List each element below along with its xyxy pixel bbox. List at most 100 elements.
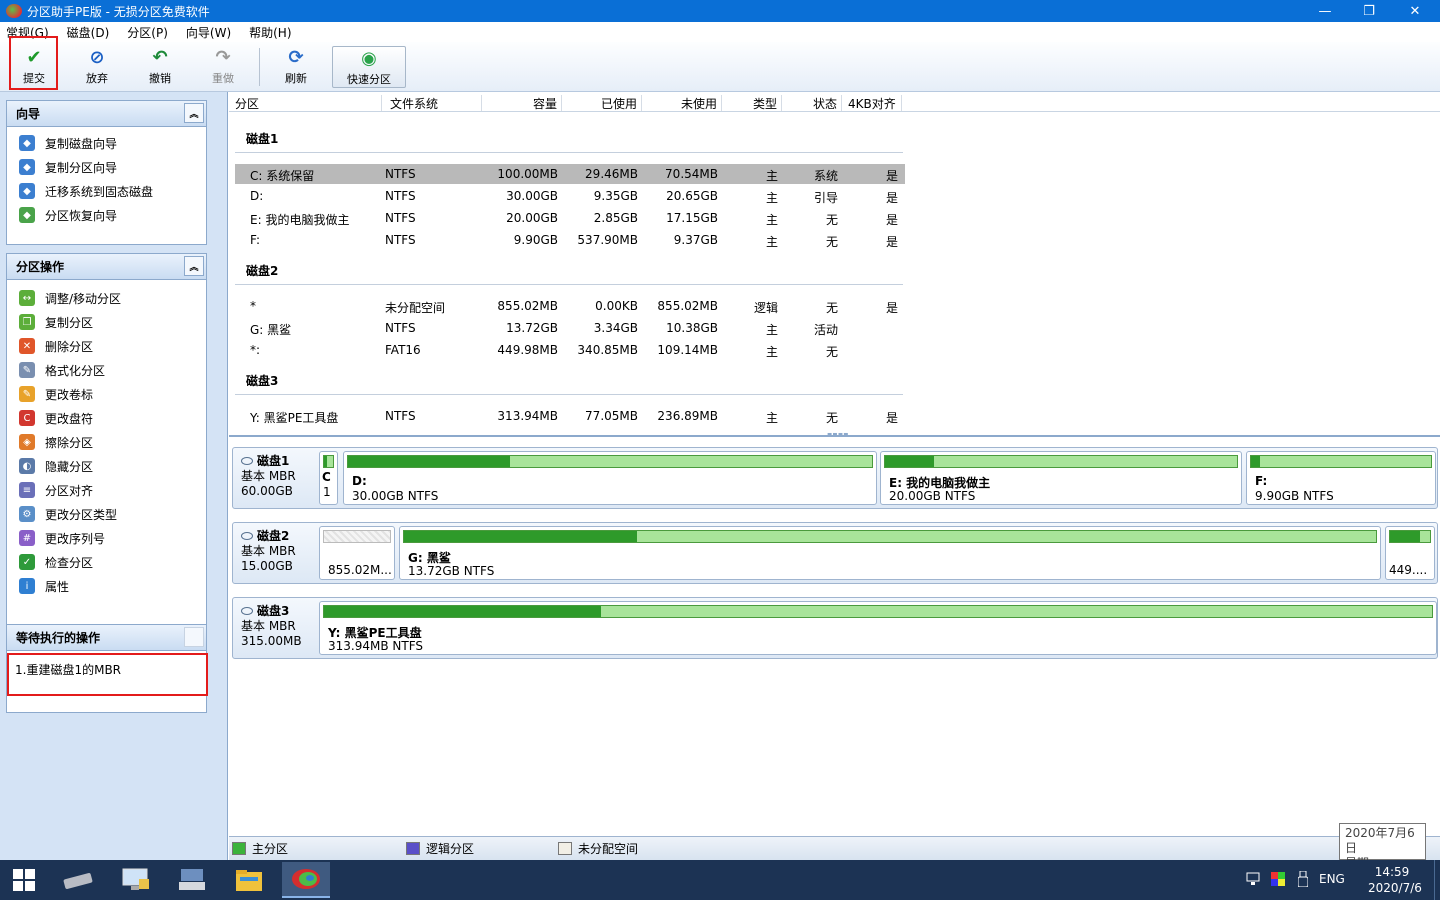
- menu-wizard[interactable]: 向导(W): [186, 24, 231, 41]
- col-used[interactable]: 已使用: [562, 95, 642, 111]
- show-desktop-button[interactable]: [1434, 860, 1440, 900]
- op-align-partition[interactable]: ≡ 分区对齐: [7, 478, 206, 502]
- splitter-grip[interactable]: ▪▪▪▪: [827, 430, 849, 439]
- col-unused[interactable]: 未使用: [642, 95, 722, 111]
- pending-group-header: 等待执行的操作: [7, 625, 206, 651]
- op-hide-partition[interactable]: ◐ 隐藏分区: [7, 454, 206, 478]
- collapse-icon[interactable]: ︽: [184, 256, 204, 276]
- op-copy-partition[interactable]: ❐ 复制分区: [7, 310, 206, 334]
- partition-block[interactable]: D: 30.00GB NTFS: [343, 451, 877, 505]
- op-properties[interactable]: i 属性: [7, 574, 206, 598]
- op-format-partition[interactable]: ✎ 格式化分区: [7, 358, 206, 382]
- usage-fill: [1390, 531, 1421, 542]
- taskbar-drive-tool[interactable]: [54, 862, 102, 898]
- clock[interactable]: 14:59 2020/7/6: [1368, 864, 1422, 896]
- disk-group-divider: [235, 284, 903, 285]
- partition-block[interactable]: C1: [319, 451, 338, 505]
- network-icon[interactable]: [1246, 872, 1262, 889]
- menu-partition[interactable]: 分区(P): [127, 24, 168, 41]
- close-button[interactable]: ✕: [1392, 0, 1438, 22]
- refresh-label: 刷新: [285, 72, 307, 85]
- col-filesystem[interactable]: 文件系统: [390, 95, 482, 111]
- wizard-copy-partition[interactable]: ◆ 复制分区向导: [7, 155, 206, 179]
- collapse-icon[interactable]: ︽: [184, 103, 204, 123]
- partition-label: F:: [1255, 474, 1268, 488]
- table-row[interactable]: Y: 黑鲨PE工具盘 NTFS 313.94MB 77.05MB 236.89MB 主 无 是: [235, 406, 905, 426]
- disk-group-title: 磁盘1: [246, 132, 279, 146]
- taskbar-partition-assistant[interactable]: [282, 862, 330, 898]
- keyboard-icon: [179, 869, 205, 890]
- col-4k-align[interactable]: 4KB对齐: [848, 95, 902, 111]
- menu-disk[interactable]: 磁盘(D): [67, 24, 110, 41]
- cell-type: 主: [765, 345, 778, 359]
- table-row[interactable]: * 未分配空间 855.02MB 0.00KB 855.02MB 逻辑 无 是: [235, 296, 905, 316]
- op-delete-partition[interactable]: ✕ 删除分区: [7, 334, 206, 358]
- disk-icon: [241, 532, 253, 540]
- wizard-group-header: 向导 ︽: [7, 101, 206, 127]
- cell-type: 逻辑: [753, 301, 778, 315]
- op-wipe-partition[interactable]: ◈ 擦除分区: [7, 430, 206, 454]
- taskbar-file-explorer[interactable]: [225, 862, 273, 898]
- cell-type: 主: [765, 169, 778, 183]
- col-capacity[interactable]: 容量: [482, 95, 562, 111]
- quick-partition-button[interactable]: ◉ 快速分区: [332, 46, 406, 88]
- partition-block[interactable]: F: 9.90GB NTFS: [1246, 451, 1436, 505]
- refresh-button[interactable]: ⟳ 刷新: [268, 46, 324, 88]
- cell-unused: 20.65GB: [666, 189, 718, 203]
- op-check-partition[interactable]: ✓ 检查分区: [7, 550, 206, 574]
- redo-button[interactable]: ↷ 重做: [195, 46, 251, 88]
- partition-block[interactable]: 449....: [1385, 526, 1435, 580]
- maximize-button[interactable]: ❐: [1346, 0, 1392, 22]
- cell-status: 无: [825, 301, 838, 315]
- harddisk-icon: [63, 872, 93, 890]
- cell-status: 无: [825, 411, 838, 425]
- cell-filesystem: NTFS: [385, 167, 416, 181]
- discard-label: 放弃: [86, 72, 108, 85]
- op-resize-move[interactable]: ↔ 调整/移动分区: [7, 286, 206, 310]
- op-change-type[interactable]: ⚙ 更改分区类型: [7, 502, 206, 526]
- taskbar-keyboard[interactable]: [168, 862, 216, 898]
- partition-block[interactable]: E: 我的电脑我做主 20.00GB NTFS: [880, 451, 1242, 505]
- partition-block[interactable]: G: 黑鲨 13.72GB NTFS: [399, 526, 1381, 580]
- usage-fill: [348, 456, 511, 467]
- partition-block[interactable]: Y: 黑鲨PE工具盘 313.94MB NTFS: [319, 601, 1437, 655]
- col-type[interactable]: 类型: [722, 95, 782, 111]
- wizard-item-label: 分区恢复向导: [45, 208, 118, 223]
- table-row[interactable]: F: NTFS 9.90GB 537.90MB 9.37GB 主 无 是: [235, 230, 905, 250]
- table-row[interactable]: E: 我的电脑我做主 NTFS 20.00GB 2.85GB 17.15GB 主 无 是: [235, 208, 905, 228]
- cell-partition: C: 系统保留: [250, 169, 315, 183]
- op-change-label[interactable]: ✎ 更改卷标: [7, 382, 206, 406]
- collapse-icon[interactable]: [184, 627, 204, 647]
- op-label: 格式化分区: [45, 363, 106, 378]
- menu-help[interactable]: 帮助(H): [249, 24, 291, 41]
- start-button[interactable]: [0, 862, 48, 898]
- disk-map-row[interactable]: 磁盘3 基本 MBR 315.00MB Y: 黑鲨PE工具盘 313.94MB NTFS: [232, 597, 1438, 659]
- usage-fill: [885, 456, 935, 467]
- op-label: 删除分区: [45, 339, 94, 354]
- wizard-migrate-ssd[interactable]: ◆ 迁移系统到固态磁盘: [7, 179, 206, 203]
- cell-unused: 9.37GB: [673, 233, 718, 247]
- wizard-copy-disk[interactable]: ◆ 复制磁盘向导: [7, 131, 206, 155]
- partition-size: 855.02M...: [328, 563, 392, 577]
- taskbar-computer[interactable]: [112, 862, 160, 898]
- disk-map-row[interactable]: 磁盘1 基本 MBR 60.00GB C 1 D: 30.00GB NTFS E: 我的电脑我…: [232, 447, 1438, 509]
- table-row[interactable]: *: FAT16 449.98MB 340.85MB 109.14MB 主 无: [235, 340, 905, 360]
- table-row[interactable]: G: 黑鲨 NTFS 13.72GB 3.34GB 10.38GB 主 活动: [235, 318, 905, 338]
- wizard-partition-recovery[interactable]: ◆ 分区恢复向导: [7, 203, 206, 227]
- table-row[interactable]: C: 系统保留 NTFS 100.00MB 29.46MB 70.54MB 主 系统 是: [235, 164, 905, 184]
- partition-size: 9.90GB NTFS: [1255, 489, 1334, 503]
- undo-button[interactable]: ↶ 撤销: [132, 46, 188, 88]
- col-status[interactable]: 状态: [782, 95, 842, 111]
- disk-map-row[interactable]: 磁盘2 基本 MBR 15.00GB 855.02M... G: 黑鲨 13.72GB N…: [232, 522, 1438, 584]
- discard-button[interactable]: ⊘ 放弃: [69, 46, 125, 88]
- cell-partition: *: [250, 299, 256, 313]
- ime-indicator[interactable]: ENG: [1319, 872, 1345, 886]
- color-icon[interactable]: [1271, 872, 1285, 889]
- table-row[interactable]: D: NTFS 30.00GB 9.35GB 20.65GB 主 引导 是: [235, 186, 905, 206]
- col-partition[interactable]: 分区: [235, 95, 382, 111]
- op-change-letter[interactable]: C 更改盘符: [7, 406, 206, 430]
- usb-icon[interactable]: [1297, 870, 1309, 890]
- partition-block[interactable]: 855.02M...: [319, 526, 395, 580]
- op-change-serial[interactable]: # 更改序列号: [7, 526, 206, 550]
- minimize-button[interactable]: —: [1302, 0, 1348, 22]
